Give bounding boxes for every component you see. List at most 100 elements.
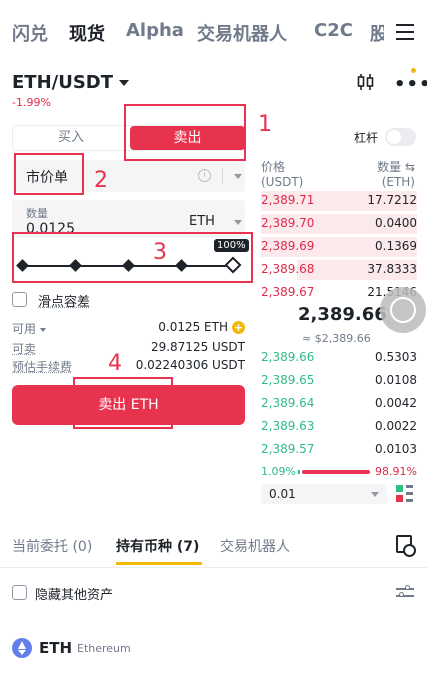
buy-sell-ratio: 1.09% 98.91% [261, 464, 417, 480]
asset-symbol[interactable]: ETH [39, 639, 72, 657]
buy-tab[interactable]: 买入 [13, 126, 129, 150]
divider [0, 567, 427, 568]
bid-row[interactable]: 2,389.57 0.0103 [261, 439, 417, 461]
swap-icon[interactable]: ⇆ [405, 160, 415, 174]
leverage-label: 杠杆 [354, 129, 378, 146]
tab-spot[interactable]: 现货 [69, 20, 105, 46]
bid-row[interactable]: 2,389.64 0.0042 [261, 393, 417, 415]
sell-ratio: 98.91% [375, 465, 417, 478]
sellable-value: 29.87125 USDT [151, 340, 245, 354]
orderbook-layout-icon[interactable] [396, 485, 413, 502]
precision-value: 0.01 [269, 487, 296, 501]
bid-price: 2,389.64 [261, 396, 314, 410]
annotation-box-3 [12, 232, 253, 283]
buy-ratio: 1.09% [261, 465, 296, 478]
annotation-number-3: 3 [153, 240, 167, 265]
bid-price: 2,389.63 [261, 419, 314, 433]
bid-quantity: 0.0042 [375, 396, 417, 410]
fee-label: 预估手续费 [12, 358, 72, 375]
annotation-box-4 [73, 377, 173, 429]
toggle-knob [387, 130, 401, 144]
tab-alpha[interactable]: Alpha [126, 20, 184, 41]
candlestick-icon[interactable] [356, 72, 376, 92]
bid-price: 2,389.57 [261, 442, 314, 456]
ask-price: 2,389.70 [261, 216, 314, 230]
chevron-down-icon [40, 328, 46, 332]
annotation-box-1 [124, 104, 246, 161]
buy-ratio-bar [298, 470, 300, 474]
order-history-icon[interactable] [396, 535, 412, 553]
fee-value: 0.02240306 USDT [136, 358, 245, 372]
asset-name: Ethereum [77, 642, 131, 655]
notification-dot [411, 68, 416, 73]
price-change: -1.99% [12, 96, 51, 109]
sellable-label: 可卖 [12, 340, 36, 357]
tab-holdings[interactable]: 持有币种 (7) [116, 536, 199, 556]
precision-select[interactable]: 0.01 [261, 484, 387, 504]
quantity-unit-select[interactable]: ETH [189, 214, 215, 229]
add-funds-icon[interactable]: + [232, 321, 245, 334]
filter-settings-icon[interactable] [396, 584, 414, 600]
ask-price: 2,389.68 [261, 262, 314, 276]
bid-quantity: 0.0108 [375, 373, 417, 387]
ask-row[interactable]: 2,389.71 17.7212 [261, 190, 417, 212]
ask-quantity: 0.1369 [375, 239, 417, 253]
ask-quantity: 17.7212 [367, 193, 417, 207]
orderbook-price-header: 价格 (USDT) [261, 160, 303, 190]
chevron-down-icon [234, 174, 242, 179]
quantity-label: 数量 [26, 205, 48, 221]
last-price-usd: ≈ $2,389.66 [302, 332, 371, 345]
floating-assistive-button[interactable] [380, 287, 426, 333]
bid-price: 2,389.65 [261, 373, 314, 387]
annotation-number-4: 4 [108, 351, 122, 376]
orderbook-qty-header[interactable]: 数量 ⇆ (ETH) [377, 160, 415, 190]
ask-price: 2,389.69 [261, 239, 314, 253]
bid-row[interactable]: 2,389.63 0.0022 [261, 416, 417, 438]
active-tab-indicator [116, 562, 202, 565]
annotation-number-2: 2 [94, 168, 108, 193]
more-icon[interactable]: ••• [394, 74, 427, 95]
pair-selector[interactable]: ETH/USDT [12, 72, 129, 93]
annotation-number-1: 1 [258, 112, 272, 137]
available-label[interactable]: 可用 [12, 320, 46, 337]
ask-quantity: 37.8333 [367, 262, 417, 276]
bid-row[interactable]: 2,389.66 0.5303 [261, 347, 417, 369]
ask-row[interactable]: 2,389.69 0.1369 [261, 236, 417, 258]
tab-bottom-trading-bots[interactable]: 交易机器人 [220, 536, 290, 556]
hide-other-assets-checkbox[interactable] [12, 585, 27, 600]
leverage-toggle[interactable] [385, 128, 416, 146]
available-value: 0.0125 ETH [158, 320, 228, 334]
ethereum-icon [12, 638, 32, 658]
tab-trading-bots[interactable]: 交易机器人 [197, 20, 287, 46]
annotation-box-2 [14, 153, 84, 195]
divider [222, 168, 223, 184]
tab-stocks[interactable]: 股 [370, 20, 384, 46]
chevron-down-icon [119, 80, 129, 86]
bid-quantity: 0.5303 [375, 350, 417, 364]
sellable-row: 可卖 29.87125 USDT [12, 340, 245, 358]
slippage-label[interactable]: 滑点容差 [38, 291, 90, 310]
tab-open-orders[interactable]: 当前委托 (0) [12, 536, 92, 556]
sell-ratio-bar [302, 470, 370, 474]
ask-price: 2,389.67 [261, 285, 314, 299]
last-price: 2,389.66 [298, 304, 387, 325]
top-nav: 闪兑 现货 Alpha 交易机器人 C2C 股 [0, 0, 427, 64]
bid-price: 2,389.66 [261, 350, 314, 364]
ask-price: 2,389.71 [261, 193, 314, 207]
chevron-down-icon [371, 492, 379, 497]
slippage-checkbox[interactable] [12, 292, 27, 307]
hamburger-icon[interactable] [396, 24, 414, 40]
info-icon[interactable]: i [198, 169, 211, 182]
chevron-down-icon [234, 220, 242, 225]
ask-row[interactable]: 2,389.70 0.0400 [261, 213, 417, 235]
available-row: 可用 0.0125 ETH + [12, 320, 245, 338]
bid-row[interactable]: 2,389.65 0.0108 [261, 370, 417, 392]
ask-quantity: 0.0400 [375, 216, 417, 230]
bid-quantity: 0.0022 [375, 419, 417, 433]
tab-c2c[interactable]: C2C [314, 20, 353, 41]
pair-symbol: ETH/USDT [12, 72, 113, 93]
fee-row: 预估手续费 0.02240306 USDT [12, 358, 245, 376]
ask-row[interactable]: 2,389.68 37.8333 [261, 259, 417, 281]
hide-other-assets-label[interactable]: 隐藏其他资产 [35, 584, 113, 603]
tab-flash-swap[interactable]: 闪兑 [12, 20, 48, 46]
